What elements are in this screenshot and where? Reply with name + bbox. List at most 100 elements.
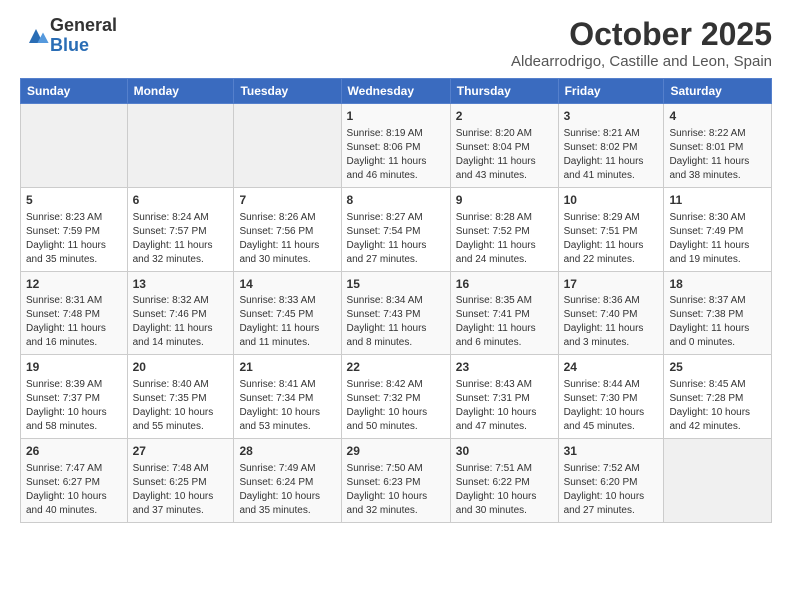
day-info: Sunrise: 8:20 AM	[456, 128, 532, 139]
day-number: 16	[456, 276, 553, 293]
day-cell: 29Sunrise: 7:50 AMSunset: 6:23 PMDayligh…	[341, 439, 450, 523]
day-info: Sunrise: 8:28 AM	[456, 212, 532, 223]
day-number: 10	[564, 192, 659, 209]
day-number: 14	[239, 276, 335, 293]
page: General Blue October 2025 Aldearrodrigo,…	[0, 0, 792, 533]
day-info: Sunset: 7:35 PM	[133, 393, 207, 404]
day-number: 22	[347, 359, 445, 376]
day-number: 9	[456, 192, 553, 209]
day-info: Sunset: 7:37 PM	[26, 393, 100, 404]
header: General Blue October 2025 Aldearrodrigo,…	[20, 16, 772, 70]
day-number: 19	[26, 359, 122, 376]
day-number: 1	[347, 108, 445, 125]
day-cell: 31Sunrise: 7:52 AMSunset: 6:20 PMDayligh…	[558, 439, 664, 523]
day-number: 2	[456, 108, 553, 125]
day-cell: 6Sunrise: 8:24 AMSunset: 7:57 PMDaylight…	[127, 187, 234, 271]
day-info: Sunset: 7:34 PM	[239, 393, 313, 404]
day-info: Daylight: 10 hours and 47 minutes.	[456, 407, 537, 432]
day-number: 8	[347, 192, 445, 209]
calendar-header: Sunday Monday Tuesday Wednesday Thursday…	[21, 79, 772, 104]
col-saturday: Saturday	[664, 79, 772, 104]
day-info: Sunset: 7:54 PM	[347, 226, 421, 237]
day-cell: 27Sunrise: 7:48 AMSunset: 6:25 PMDayligh…	[127, 439, 234, 523]
day-number: 12	[26, 276, 122, 293]
day-info: Daylight: 10 hours and 58 minutes.	[26, 407, 107, 432]
day-info: Daylight: 11 hours and 6 minutes.	[456, 323, 536, 348]
day-cell	[664, 439, 772, 523]
day-info: Daylight: 11 hours and 16 minutes.	[26, 323, 106, 348]
day-info: Sunrise: 7:52 AM	[564, 463, 640, 474]
day-cell: 25Sunrise: 8:45 AMSunset: 7:28 PMDayligh…	[664, 355, 772, 439]
day-info: Sunrise: 7:49 AM	[239, 463, 315, 474]
day-cell: 15Sunrise: 8:34 AMSunset: 7:43 PMDayligh…	[341, 271, 450, 355]
day-number: 24	[564, 359, 659, 376]
day-info: Daylight: 10 hours and 27 minutes.	[564, 491, 645, 516]
day-number: 17	[564, 276, 659, 293]
day-info: Daylight: 10 hours and 53 minutes.	[239, 407, 320, 432]
day-info: Sunrise: 8:27 AM	[347, 212, 423, 223]
week-row-5: 26 Sunrise: 7:47 AM Sunset: 6:27 PM Dayligh…	[21, 439, 772, 523]
logo-general-text: General	[50, 15, 117, 35]
day-cell: 11Sunrise: 8:30 AMSunset: 7:49 PMDayligh…	[664, 187, 772, 271]
day-cell: 14Sunrise: 8:33 AMSunset: 7:45 PMDayligh…	[234, 271, 341, 355]
day-info: Daylight: 10 hours and 45 minutes.	[564, 407, 645, 432]
day-cell	[234, 104, 341, 188]
day-info: Daylight: 11 hours and 19 minutes.	[669, 240, 749, 265]
day-info: Sunset: 7:59 PM	[26, 226, 100, 237]
day-cell: 2Sunrise: 8:20 AMSunset: 8:04 PMDaylight…	[450, 104, 558, 188]
day-cell: 1Sunrise: 8:19 AMSunset: 8:06 PMDaylight…	[341, 104, 450, 188]
day-info: Sunset: 7:51 PM	[564, 226, 638, 237]
day-number: 18	[669, 276, 766, 293]
col-thursday: Thursday	[450, 79, 558, 104]
header-row: Sunday Monday Tuesday Wednesday Thursday…	[21, 79, 772, 104]
day-cell: 17Sunrise: 8:36 AMSunset: 7:40 PMDayligh…	[558, 271, 664, 355]
logo-blue-text: Blue	[50, 35, 89, 55]
day-info: Sunrise: 8:26 AM	[239, 212, 315, 223]
day-number: 23	[456, 359, 553, 376]
day-info: Daylight: 10 hours and 32 minutes.	[347, 491, 428, 516]
day-cell: 3Sunrise: 8:21 AMSunset: 8:02 PMDaylight…	[558, 104, 664, 188]
day-info: Sunset: 6:27 PM	[26, 477, 100, 488]
day-cell: 19Sunrise: 8:39 AMSunset: 7:37 PMDayligh…	[21, 355, 128, 439]
day-info: Sunset: 7:48 PM	[26, 309, 100, 320]
day-cell: 20Sunrise: 8:40 AMSunset: 7:35 PMDayligh…	[127, 355, 234, 439]
day-info: Sunrise: 8:43 AM	[456, 379, 532, 390]
day-number: 13	[133, 276, 229, 293]
day-info: Daylight: 11 hours and 38 minutes.	[669, 156, 749, 181]
day-info: Daylight: 10 hours and 30 minutes.	[456, 491, 537, 516]
col-wednesday: Wednesday	[341, 79, 450, 104]
day-number: 26	[26, 443, 122, 460]
day-info: Sunrise: 8:45 AM	[669, 379, 745, 390]
day-info: Sunset: 7:28 PM	[669, 393, 743, 404]
day-info: Daylight: 11 hours and 41 minutes.	[564, 156, 644, 181]
week-row-1: 1Sunrise: 8:19 AMSunset: 8:06 PMDaylight…	[21, 104, 772, 188]
day-info: Sunrise: 8:44 AM	[564, 379, 640, 390]
day-cell	[127, 104, 234, 188]
day-number: 15	[347, 276, 445, 293]
day-info: Daylight: 11 hours and 30 minutes.	[239, 240, 319, 265]
day-info: Sunset: 7:32 PM	[347, 393, 421, 404]
day-info: Daylight: 10 hours and 37 minutes.	[133, 491, 214, 516]
day-info: Sunrise: 7:47 AM	[26, 463, 102, 474]
day-number: 28	[239, 443, 335, 460]
day-info: Daylight: 11 hours and 0 minutes.	[669, 323, 749, 348]
day-cell: 22Sunrise: 8:42 AMSunset: 7:32 PMDayligh…	[341, 355, 450, 439]
day-cell: 30Sunrise: 7:51 AMSunset: 6:22 PMDayligh…	[450, 439, 558, 523]
logo-icon	[22, 22, 50, 50]
day-cell	[21, 104, 128, 188]
day-info: Sunset: 7:30 PM	[564, 393, 638, 404]
col-friday: Friday	[558, 79, 664, 104]
day-number: 29	[347, 443, 445, 460]
day-info: Sunset: 7:46 PM	[133, 309, 207, 320]
day-cell: 12Sunrise: 8:31 AMSunset: 7:48 PMDayligh…	[21, 271, 128, 355]
day-info: Daylight: 11 hours and 35 minutes.	[26, 240, 106, 265]
day-info: Sunset: 7:43 PM	[347, 309, 421, 320]
day-info: Sunset: 6:23 PM	[347, 477, 421, 488]
day-info: Daylight: 10 hours and 50 minutes.	[347, 407, 428, 432]
day-info: Sunset: 7:56 PM	[239, 226, 313, 237]
day-info: Sunset: 7:49 PM	[669, 226, 743, 237]
day-info: Sunrise: 8:19 AM	[347, 128, 423, 139]
day-info: Daylight: 11 hours and 3 minutes.	[564, 323, 644, 348]
day-info: Sunrise: 8:41 AM	[239, 379, 315, 390]
day-info: Daylight: 10 hours and 35 minutes.	[239, 491, 320, 516]
